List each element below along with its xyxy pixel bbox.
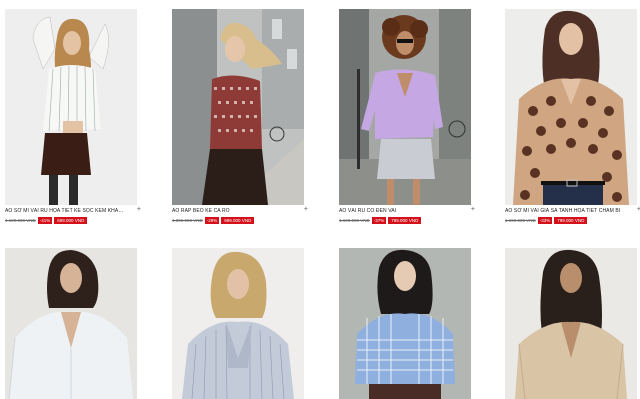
product-card[interactable] — [339, 248, 471, 399]
product-card[interactable]: ÁO RÁP BÈO KẺ CA RÔ + 1.399.000 VND -29%… — [172, 9, 308, 224]
original-price: 1.199.000 VND — [505, 218, 536, 223]
product-card[interactable] — [5, 248, 137, 399]
product-name[interactable]: ÁO RÁP BÈO KẺ CA RÔ — [172, 208, 294, 215]
product-image[interactable] — [5, 9, 137, 205]
discount-badge: -41% — [37, 217, 53, 224]
discount-badge: -29% — [204, 217, 220, 224]
product-image[interactable] — [172, 9, 304, 205]
product-image[interactable] — [5, 248, 137, 399]
discount-badge: -33% — [537, 217, 553, 224]
sale-price: 799.000 VND — [554, 217, 588, 224]
product-card[interactable]: ÁO VẢI RŨ CỔ ĐÈN VAI + 1.199.000 VND -37… — [339, 9, 475, 224]
add-to-bag-icon[interactable]: + — [137, 206, 141, 213]
discount-badge: -37% — [371, 217, 387, 224]
product-name[interactable]: ÁO SƠ MI VẢI RŨ HỌA TIẾT KẺ SỌC KÈM KHĂN… — [5, 208, 127, 215]
add-to-bag-icon[interactable]: + — [471, 206, 475, 213]
product-image[interactable] — [505, 9, 637, 205]
product-card[interactable] — [505, 248, 637, 399]
product-image[interactable] — [505, 248, 637, 399]
product-name[interactable]: ÁO SƠ MI VẢI GIẢ SA TANH HỌA TIẾT CHẤM B… — [505, 208, 627, 215]
product-card[interactable]: ÁO SƠ MI VẢI RŨ HỌA TIẾT KẺ SỌC KÈM KHĂN… — [5, 9, 141, 224]
add-to-bag-icon[interactable]: + — [304, 206, 308, 213]
original-price: 1.199.000 VND — [5, 218, 36, 223]
product-grid: ÁO SƠ MI VẢI RŨ HỌA TIẾT KẺ SỌC KÈM KHĂN… — [0, 0, 640, 399]
sale-price: 999.000 VND — [221, 217, 255, 224]
sale-price: 799.000 VND — [388, 217, 422, 224]
product-card[interactable]: ÁO SƠ MI VẢI GIẢ SA TANH HỌA TIẾT CHẤM B… — [505, 9, 640, 224]
product-image[interactable] — [339, 248, 471, 399]
product-card[interactable] — [172, 248, 304, 399]
sale-price: 699.000 VND — [54, 217, 88, 224]
original-price: 1.199.000 VND — [339, 218, 370, 223]
product-image[interactable] — [172, 248, 304, 399]
product-name[interactable]: ÁO VẢI RŨ CỔ ĐÈN VAI — [339, 208, 461, 215]
product-image[interactable] — [339, 9, 471, 205]
original-price: 1.399.000 VND — [172, 218, 203, 223]
